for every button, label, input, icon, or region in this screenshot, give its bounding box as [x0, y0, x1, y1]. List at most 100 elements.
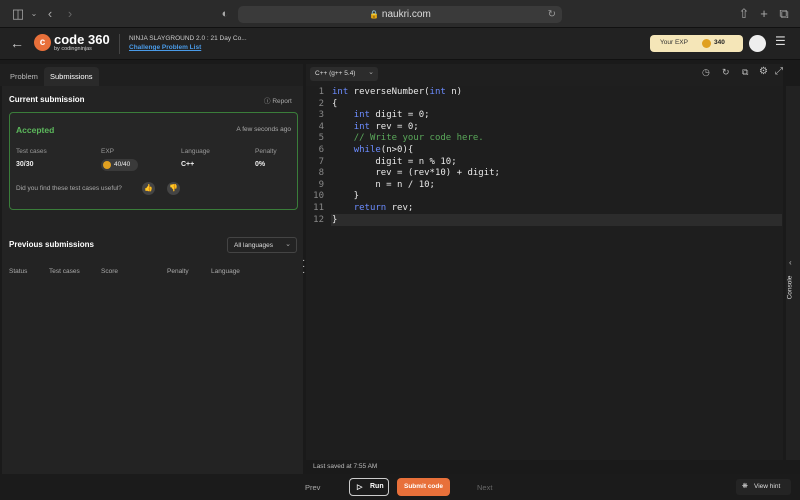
column-score: Score — [101, 268, 118, 275]
console-panel[interactable]: ‹ Console — [786, 86, 800, 460]
code-token: (n>0){ — [380, 145, 414, 155]
code-line: n = n / 10; — [332, 180, 435, 190]
challenge-list-link[interactable]: Challenge Problem List — [129, 44, 201, 51]
tab-submissions[interactable]: Submissions — [44, 67, 99, 86]
line-number: 4 — [318, 121, 324, 132]
view-hint-label: View hint — [754, 483, 781, 490]
footer-bar: Prev ▷ Run Submit code Next ❋ View hint — [0, 474, 800, 500]
code-line: // Write your code here. — [332, 133, 484, 143]
avatar[interactable] — [749, 35, 766, 52]
thumbs-up-icon[interactable]: 👍 — [142, 182, 155, 195]
code-token: digit = 0; — [369, 110, 430, 121]
code-token: digit = n % 10; — [332, 156, 457, 167]
test-cases-label: Test cases — [16, 148, 47, 155]
url-text: naukri.com — [381, 9, 431, 20]
copy-icon[interactable]: ⧉ — [742, 67, 748, 78]
code-token: rev = 0; — [369, 121, 419, 132]
new-tab-icon[interactable]: + — [756, 6, 772, 22]
column-penalty: Penalty — [167, 268, 189, 275]
browser-toolbar: ◫ ⌄ ‹ › ◐ 🔒 naukri.com ↻ ⇧ + ⧉ — [0, 0, 800, 28]
code-token: n = n / 10; — [332, 179, 435, 190]
status-accepted: Accepted — [16, 125, 55, 135]
column-language: Language — [211, 268, 240, 275]
gear-icon[interactable]: ⚙ — [759, 66, 768, 77]
panel-resize-handle[interactable]: · · · — [302, 256, 305, 278]
menu-icon[interactable]: ☰ — [775, 34, 786, 48]
lock-icon: 🔒 — [369, 10, 380, 19]
current-line-highlight — [331, 214, 782, 226]
column-status: Status — [9, 268, 28, 275]
language-filter[interactable]: All languages ⌄ — [227, 237, 297, 253]
clock-icon[interactable]: ◷ — [702, 67, 710, 78]
report-button[interactable]: ⓘ Report — [264, 95, 292, 105]
code-token: { — [332, 98, 338, 109]
code-token: n) — [445, 87, 463, 97]
exp-badge[interactable]: Your EXP 340 — [650, 35, 743, 52]
line-number: 11 — [313, 203, 324, 213]
forward-icon[interactable]: › — [62, 6, 78, 22]
line-number: 8 — [318, 168, 324, 179]
last-saved-status: Last saved at 7:55 AM — [313, 463, 378, 470]
exp-value: 340 — [714, 39, 725, 46]
tabs-overview-icon[interactable]: ⧉ — [776, 6, 792, 22]
url-bar[interactable]: 🔒 naukri.com ↻ — [238, 6, 562, 23]
lightbulb-icon: ❋ — [742, 483, 748, 490]
chevron-left-icon: ‹ — [789, 258, 792, 267]
console-label: Console — [786, 275, 794, 300]
language-label: Language — [181, 148, 210, 155]
code-token: } — [332, 191, 360, 202]
back-arrow-icon[interactable]: ← — [10, 35, 24, 51]
logo[interactable]: c code 360 by codingninjas — [34, 32, 114, 54]
play-icon: ▷ — [357, 484, 363, 491]
reload-icon[interactable]: ↻ — [548, 6, 556, 23]
problem-tabs: Problem Submissions — [0, 64, 303, 86]
submission-time: A few seconds ago — [236, 126, 291, 133]
fullscreen-icon[interactable]: ⤢ — [775, 66, 783, 77]
refresh-icon[interactable]: ↻ — [722, 67, 730, 78]
code-line: return rev; — [332, 203, 414, 213]
back-icon[interactable]: ‹ — [42, 6, 58, 22]
code-line: { — [332, 99, 337, 109]
line-number: 3 — [318, 110, 324, 121]
prev-button[interactable]: Prev — [305, 483, 320, 492]
code-line: int digit = 0; — [332, 110, 430, 120]
language-filter-value: All languages — [234, 242, 274, 249]
logo-subtext: by codingninjas — [54, 46, 92, 52]
code-token: rev; — [386, 203, 414, 213]
code-line: int rev = 0; — [332, 122, 419, 132]
info-icon: ⓘ — [264, 98, 271, 105]
line-number: 9 — [318, 179, 324, 190]
code-token: rev = (rev*10) + digit; — [332, 168, 500, 179]
language-select[interactable]: C++ (g++ 5.4) ⌄ — [310, 67, 378, 81]
app-header: ← c code 360 by codingninjas NINJA SLAYG… — [0, 28, 800, 60]
column-test-cases: Test cases — [49, 268, 80, 275]
code-line: rev = (rev*10) + digit; — [332, 168, 500, 178]
sidebar-toggle-icon[interactable]: ◫ — [10, 6, 26, 22]
code-line: while(n>0){ — [332, 145, 414, 155]
test-cases-value: 30/30 — [16, 161, 34, 168]
tab-problem[interactable]: Problem — [4, 67, 44, 86]
submit-button[interactable]: Submit code — [397, 478, 450, 496]
coin-icon — [702, 39, 711, 48]
share-icon[interactable]: ⇧ — [736, 6, 752, 22]
exp-earned-badge: 40/40 — [101, 159, 138, 171]
chevron-down-icon[interactable]: ⌄ — [26, 6, 42, 22]
run-button[interactable]: ▷ Run — [349, 478, 389, 496]
exp-label: EXP — [101, 148, 115, 155]
thumbs-down-icon[interactable]: 👎 — [167, 182, 180, 195]
chevron-down-icon: ⌄ — [368, 69, 374, 76]
submit-label: Submit code — [403, 483, 443, 490]
shield-icon[interactable]: ◐ — [217, 6, 233, 22]
view-hint-button[interactable]: ❋ View hint — [736, 479, 791, 495]
report-label: Report — [272, 98, 292, 105]
editor-toolbar: C++ (g++ 5.4) ⌄ ◷ ↻ ⧉ ⚙ ⤢ — [306, 64, 783, 86]
code-token: int — [332, 87, 349, 97]
next-button[interactable]: Next — [477, 483, 492, 492]
code-comment: // Write your code here. — [353, 133, 484, 144]
language-select-value: C++ (g++ 5.4) — [315, 70, 356, 77]
line-number: 6 — [318, 145, 324, 155]
